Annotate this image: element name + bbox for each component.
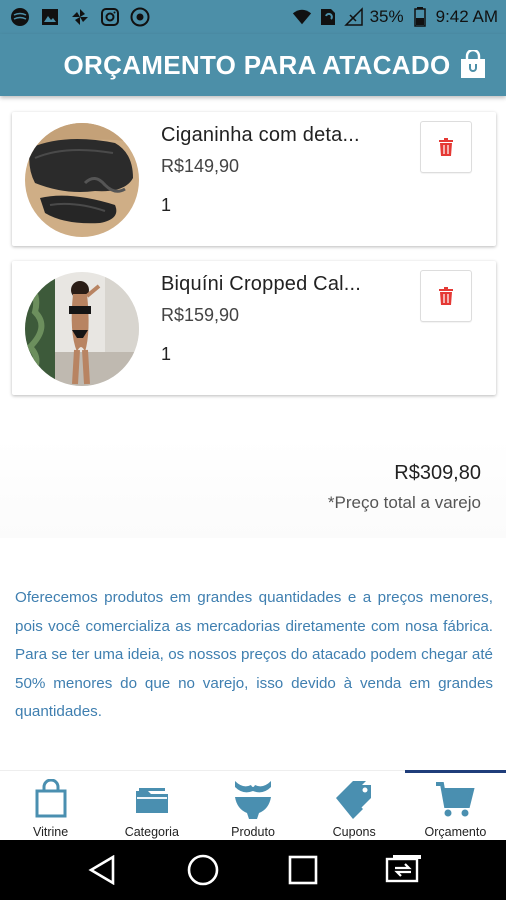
recents-icon xyxy=(288,855,318,885)
notification-icons xyxy=(10,7,150,27)
nav-label: Cupons xyxy=(332,825,376,839)
cart-icon xyxy=(433,777,477,821)
app-notification-icon xyxy=(10,7,30,27)
battery-icon xyxy=(410,7,430,27)
instagram-icon xyxy=(100,7,120,27)
switch-app-icon xyxy=(385,855,421,883)
nav-label: Vitrine xyxy=(32,825,69,839)
folder-icon xyxy=(130,777,174,821)
page-title: ORÇAMENTO PARA ATACADO xyxy=(63,49,451,80)
delete-item-button[interactable] xyxy=(420,270,472,322)
nav-item-orcamento[interactable]: Orçamento xyxy=(404,770,506,840)
battery-percent: 35% xyxy=(369,7,404,26)
home-button[interactable] xyxy=(183,850,223,890)
product-price: R$159,90 xyxy=(161,305,240,325)
product-quantity[interactable]: 1 xyxy=(161,195,171,216)
pinwheel-notification-icon xyxy=(70,7,90,27)
nav-label: Produto xyxy=(231,825,275,839)
cart-item: Ciganinha com deta... R$149,90 1 xyxy=(12,112,496,246)
total-price: R$309,80 xyxy=(394,462,481,484)
clock: 9:42 AM xyxy=(435,7,498,26)
shopping-bag-icon xyxy=(29,777,73,821)
system-navigation-bar xyxy=(0,840,506,900)
trash-icon xyxy=(439,287,453,305)
shopping-bag-icon xyxy=(461,48,485,78)
switch-app-button[interactable] xyxy=(384,850,424,890)
cart-item: Biquíni Cropped Cal... R$159,90 1 xyxy=(12,261,496,395)
wifi-icon xyxy=(292,7,312,27)
chrome-icon xyxy=(130,7,150,27)
nav-label: Orçamento xyxy=(424,825,487,839)
product-image[interactable] xyxy=(25,123,139,237)
wholesale-info-text: Oferecemos produtos em grandes quantidad… xyxy=(15,589,493,720)
app-header: ORÇAMENTO PARA ATACADO xyxy=(0,34,506,96)
bikini-icon xyxy=(231,777,275,821)
delete-item-button[interactable] xyxy=(420,121,472,173)
signal-icon xyxy=(343,7,364,27)
product-name[interactable]: Biquíni Cropped Cal... xyxy=(161,273,361,296)
total-note: *Preço total a varejo xyxy=(327,493,481,512)
nav-item-categoria[interactable]: Categoria xyxy=(101,771,202,840)
nav-item-produto[interactable]: Produto xyxy=(202,771,303,840)
product-image[interactable] xyxy=(25,272,139,386)
tag-icon xyxy=(332,777,376,821)
system-status: 35% 9:42 AM xyxy=(292,7,498,27)
product-name[interactable]: Ciganinha com deta... xyxy=(161,124,360,147)
back-icon xyxy=(88,855,115,885)
data-saver-icon xyxy=(318,7,338,27)
home-icon xyxy=(187,854,219,886)
product-price: R$149,90 xyxy=(161,156,240,176)
back-button[interactable] xyxy=(82,850,122,890)
shopping-bag-button[interactable] xyxy=(458,48,488,80)
recents-button[interactable] xyxy=(283,850,323,890)
nav-item-vitrine[interactable]: Vitrine xyxy=(0,771,101,840)
product-quantity[interactable]: 1 xyxy=(161,344,171,365)
bottom-navigation: Vitrine Categoria Produto Cupons Orçamen… xyxy=(0,770,506,840)
image-notification-icon xyxy=(40,7,60,27)
total-section: R$309,80 *Preço total a varejo xyxy=(0,438,506,538)
trash-icon xyxy=(439,138,453,156)
nav-label: Categoria xyxy=(124,825,179,839)
nav-item-cupons[interactable]: Cupons xyxy=(304,771,405,840)
status-bar: 35% 9:42 AM xyxy=(0,0,506,34)
